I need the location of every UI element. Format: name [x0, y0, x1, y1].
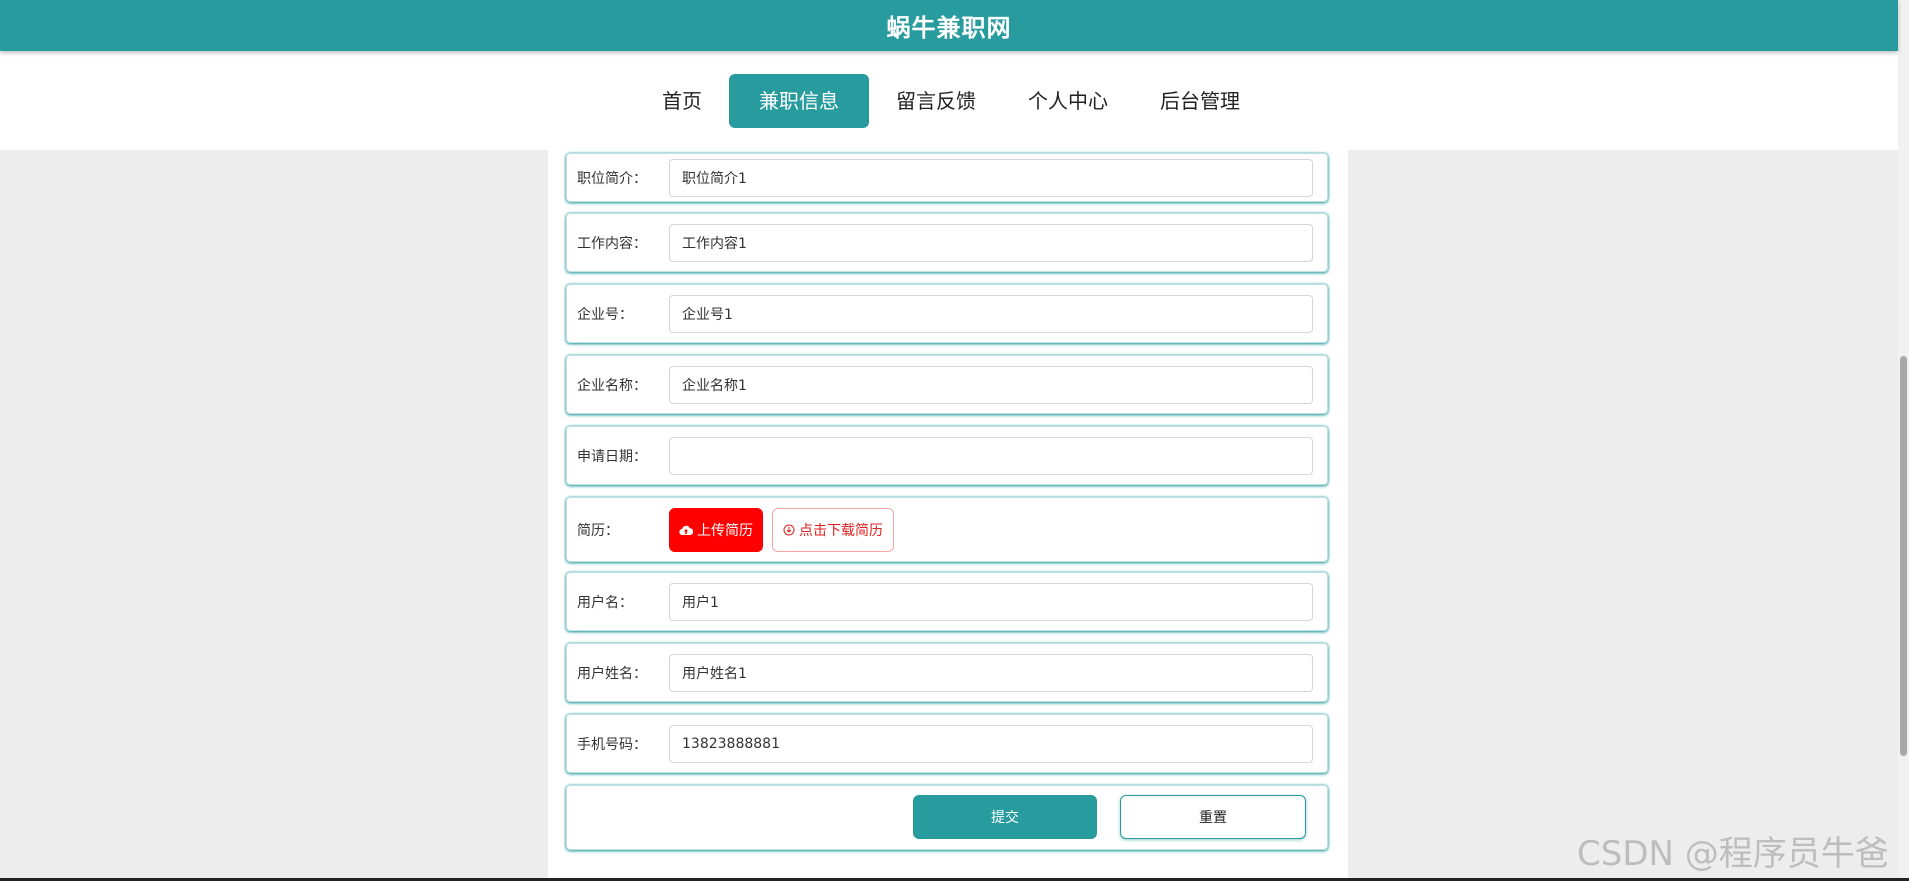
site-title: 蜗牛兼职网 [886, 14, 1012, 42]
upload-resume-button[interactable]: 上传简历 [669, 507, 763, 552]
field-label: 手机号码： [577, 736, 647, 753]
form-row-work-content: 工作内容： [566, 213, 1328, 272]
form-row-resume: 简历： 上传简历 点击下载简历 [566, 497, 1328, 562]
reset-button[interactable]: 重置 [1120, 795, 1306, 839]
form-row-company-name: 企业名称： [566, 355, 1328, 414]
field-label: 申请日期： [577, 448, 647, 465]
header-bar: 蜗牛兼职网 [0, 0, 1898, 51]
nav-item-jobs[interactable]: 兼职信息 [729, 73, 869, 128]
nav-bar: 首页 兼职信息 留言反馈 个人中心 后台管理 [0, 51, 1898, 150]
nav-list: 首页 兼职信息 留言反馈 个人中心 后台管理 [636, 73, 1266, 128]
form-actions: 提交 重置 [566, 785, 1328, 850]
work-content-input[interactable] [669, 223, 1313, 262]
download-resume-label: 点击下载简历 [799, 521, 883, 538]
apply-date-input[interactable] [669, 436, 1313, 475]
form-row-phone: 手机号码： [566, 714, 1328, 773]
form-row-job-summary: 职位简介： [566, 153, 1328, 202]
form-row-username: 用户名： [566, 572, 1328, 631]
submit-button[interactable]: 提交 [913, 795, 1097, 839]
nav-item-admin[interactable]: 后台管理 [1135, 74, 1265, 128]
field-label: 简历： [577, 522, 619, 539]
field-label: 用户名： [577, 594, 633, 611]
field-label: 企业名称： [577, 377, 647, 394]
company-name-input[interactable] [669, 365, 1313, 404]
scroll-thumb[interactable] [1900, 356, 1907, 756]
download-resume-button[interactable]: 点击下载简历 [772, 507, 894, 552]
nav-item-profile[interactable]: 个人中心 [1003, 74, 1133, 128]
form-row-apply-date: 申请日期： [566, 426, 1328, 485]
nav-item-feedback[interactable]: 留言反馈 [871, 74, 1001, 128]
real-name-input[interactable] [669, 653, 1313, 692]
cloud-upload-icon [679, 525, 693, 535]
form-panel: 职位简介： 工作内容： 企业号： 企业名称： 申请日期： 简历： 上传简历 [548, 150, 1348, 881]
download-circle-icon [783, 524, 795, 535]
nav-item-home[interactable]: 首页 [637, 74, 727, 128]
field-label: 职位简介： [577, 170, 647, 187]
field-label: 企业号： [577, 306, 633, 323]
company-id-input[interactable] [669, 294, 1313, 333]
username-input[interactable] [669, 582, 1313, 621]
watermark: CSDN @程序员牛爸 [1577, 834, 1889, 874]
field-label: 用户姓名： [577, 665, 647, 682]
job-summary-input[interactable] [669, 158, 1313, 197]
form-row-company-id: 企业号： [566, 284, 1328, 343]
upload-resume-label: 上传简历 [697, 521, 753, 538]
phone-input[interactable] [669, 724, 1313, 763]
form-row-real-name: 用户姓名： [566, 643, 1328, 702]
scrollbar[interactable] [1898, 0, 1909, 881]
field-label: 工作内容： [577, 235, 647, 252]
